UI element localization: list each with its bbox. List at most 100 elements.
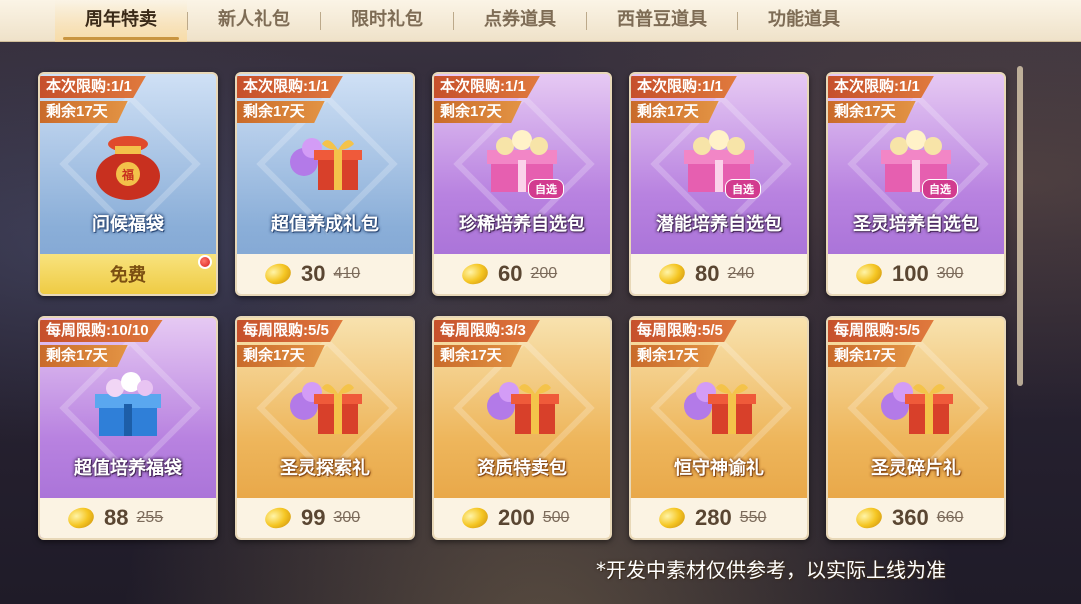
remaining-days-tag: 剩余17天	[237, 345, 325, 367]
current-price: 100	[892, 261, 929, 286]
tab-anniversary-sale[interactable]: 周年特卖	[55, 0, 187, 42]
current-price: 60	[498, 261, 523, 286]
purchase-limit-tag: 本次限购:1/1	[434, 76, 540, 98]
product-name: 潜能培养自选包	[656, 214, 782, 235]
price-bar[interactable]: 99 300	[237, 498, 413, 538]
gold-bean-icon	[656, 504, 688, 532]
tab-function-items[interactable]: 功能道具	[738, 0, 870, 42]
purchase-limit-tag: 每周限购:5/5	[237, 320, 343, 342]
remaining-days-tag: 剩余17天	[40, 345, 128, 367]
gold-bean-icon	[459, 260, 491, 288]
original-price: 240	[727, 265, 755, 282]
tab-newbie-pack[interactable]: 新人礼包	[188, 0, 320, 42]
gold-bean-icon	[656, 260, 688, 288]
tab-bar: 周年特卖 新人礼包 限时礼包 点券道具 西普豆道具 功能道具	[0, 0, 1081, 42]
gold-bean-icon	[262, 504, 294, 532]
current-price: 280	[695, 505, 732, 530]
current-price: 30	[301, 261, 326, 286]
price-bar[interactable]: 200 500	[434, 498, 610, 538]
purchase-limit-tag: 本次限购:1/1	[40, 76, 146, 98]
price-bar[interactable]: 80 240	[631, 254, 807, 294]
current-price: 200	[498, 505, 535, 530]
product-card[interactable]: 本次限购:1/1 剩余17天 自选 珍稀培养自选包 60 200	[432, 72, 612, 296]
current-price: 360	[892, 505, 929, 530]
remaining-days-tag: 剩余17天	[828, 101, 916, 123]
original-price: 300	[333, 509, 361, 526]
product-name: 问候福袋	[92, 214, 164, 235]
price-bar[interactable]: 100 300	[828, 254, 1004, 294]
original-price: 410	[333, 265, 361, 282]
lucky-bag-icon: 福	[85, 126, 171, 202]
select-badge: 自选	[528, 179, 564, 199]
remaining-days-tag: 剩余17天	[40, 101, 128, 123]
gift-box-icon	[479, 370, 565, 446]
original-price: 550	[739, 509, 767, 526]
product-card[interactable]: 每周限购:5/5 剩余17天 圣灵探索礼 99 300	[235, 316, 415, 540]
product-card[interactable]: 本次限购:1/1 剩余17天 自选 潜能培养自选包 80 240	[629, 72, 809, 296]
blue-chest-icon	[85, 370, 171, 446]
product-name: 恒守神谕礼	[674, 458, 764, 479]
remaining-days-tag: 剩余17天	[434, 101, 522, 123]
gold-bean-icon	[262, 260, 294, 288]
remaining-days-tag: 剩余17天	[828, 345, 916, 367]
gift-box-icon	[282, 370, 368, 446]
remaining-days-tag: 剩余17天	[434, 345, 522, 367]
product-grid: 本次限购:1/1 剩余17天 福 问候福袋 免费 本次限购:1/1 剩余17天 …	[38, 72, 1006, 540]
price-bar[interactable]: 280 550	[631, 498, 807, 538]
original-price: 300	[936, 265, 964, 282]
disclaimer-text: *开发中素材仅供参考，以实际上线为准	[596, 558, 946, 582]
gold-bean-icon	[853, 504, 885, 532]
purchase-limit-tag: 本次限购:1/1	[237, 76, 343, 98]
notification-dot	[198, 255, 212, 269]
purchase-limit-tag: 每周限购:3/3	[434, 320, 540, 342]
gift-box-icon	[676, 370, 762, 446]
product-name: 超值培养福袋	[74, 458, 182, 479]
gold-bean-icon	[459, 504, 491, 532]
original-price: 200	[530, 265, 558, 282]
original-price: 500	[542, 509, 570, 526]
product-card[interactable]: 本次限购:1/1 剩余17天 福 问候福袋 免费	[38, 72, 218, 296]
current-price: 88	[104, 505, 129, 530]
price-bar[interactable]: 360 660	[828, 498, 1004, 538]
select-badge: 自选	[922, 179, 958, 199]
price-bar[interactable]: 60 200	[434, 254, 610, 294]
remaining-days-tag: 剩余17天	[237, 101, 325, 123]
product-card[interactable]: 每周限购:10/10 剩余17天 超值培养福袋 88 255	[38, 316, 218, 540]
price-bar[interactable]: 30 410	[237, 254, 413, 294]
product-card[interactable]: 每周限购:5/5 剩余17天 圣灵碎片礼 360 660	[826, 316, 1006, 540]
product-card[interactable]: 每周限购:3/3 剩余17天 资质特卖包 200 500	[432, 316, 612, 540]
product-card[interactable]: 每周限购:5/5 剩余17天 恒守神谕礼 280 550	[629, 316, 809, 540]
tab-bean-items[interactable]: 西普豆道具	[587, 0, 737, 42]
gift-box-icon	[282, 126, 368, 202]
svg-text:福: 福	[121, 167, 134, 182]
original-price: 255	[136, 509, 164, 526]
scrollbar-thumb[interactable]	[1017, 66, 1023, 386]
gift-box-icon	[873, 370, 959, 446]
remaining-days-tag: 剩余17天	[631, 101, 719, 123]
purchase-limit-tag: 每周限购:5/5	[828, 320, 934, 342]
gold-bean-icon	[65, 504, 97, 532]
tab-limited-pack[interactable]: 限时礼包	[321, 0, 453, 42]
product-name: 圣灵培养自选包	[853, 214, 979, 235]
gold-bean-icon	[853, 260, 885, 288]
purchase-limit-tag: 本次限购:1/1	[828, 76, 934, 98]
remaining-days-tag: 剩余17天	[631, 345, 719, 367]
price-bar[interactable]: 88 255	[40, 498, 216, 538]
purchase-limit-tag: 本次限购:1/1	[631, 76, 737, 98]
select-badge: 自选	[725, 179, 761, 199]
scrollbar[interactable]	[1017, 66, 1023, 386]
current-price: 99	[301, 505, 326, 530]
product-card[interactable]: 本次限购:1/1 剩余17天 超值养成礼包 30 410	[235, 72, 415, 296]
product-name: 资质特卖包	[477, 458, 567, 479]
product-name: 珍稀培养自选包	[459, 214, 585, 235]
purchase-limit-tag: 每周限购:10/10	[40, 320, 163, 342]
product-card[interactable]: 本次限购:1/1 剩余17天 自选 圣灵培养自选包 100 300	[826, 72, 1006, 296]
product-name: 圣灵碎片礼	[871, 458, 961, 479]
tab-voucher-items[interactable]: 点券道具	[454, 0, 586, 42]
product-name: 超值养成礼包	[271, 214, 379, 235]
current-price: 80	[695, 261, 720, 286]
product-name: 圣灵探索礼	[280, 458, 370, 479]
free-button[interactable]: 免费	[40, 254, 216, 294]
purchase-limit-tag: 每周限购:5/5	[631, 320, 737, 342]
original-price: 660	[936, 509, 964, 526]
